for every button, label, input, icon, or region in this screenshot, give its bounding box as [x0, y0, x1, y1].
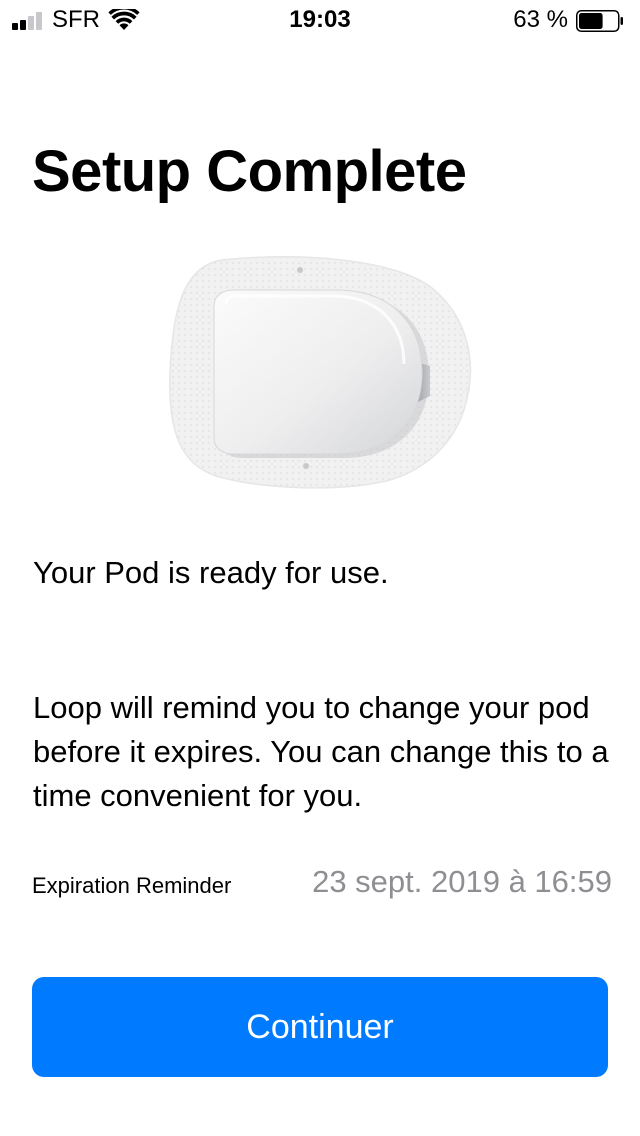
battery-fill: [579, 13, 603, 29]
status-bar: SFR 19:03 63 %: [0, 0, 640, 40]
battery-percentage: 63 %: [513, 6, 568, 33]
page-title: Setup Complete: [32, 139, 467, 204]
battery-icon: [576, 10, 623, 32]
expiration-reminder-value[interactable]: 23 sept. 2019 à 16:59: [312, 862, 612, 902]
expiration-reminder-row[interactable]: Expiration Reminder 23 sept. 2019 à 16:5…: [32, 860, 612, 908]
ready-message: Your Pod is ready for use.: [33, 555, 389, 590]
expiration-reminder-label: Expiration Reminder: [32, 873, 232, 898]
reminder-message: Loop will remind you to change your pod …: [33, 690, 609, 813]
omnipod-pod-image: [169, 256, 472, 489]
continue-button[interactable]: Continuer: [32, 977, 608, 1077]
